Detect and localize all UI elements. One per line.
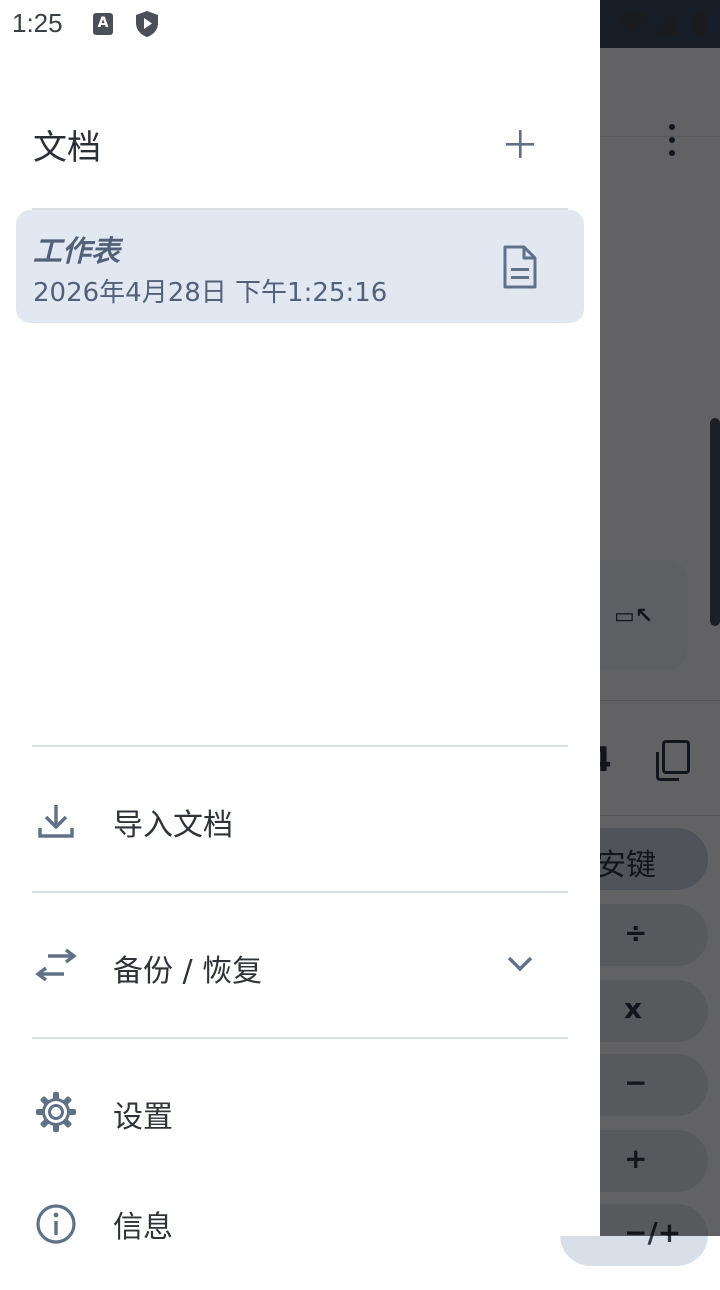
swap-arrows-icon: [35, 948, 77, 982]
notification-a-icon: A: [93, 13, 113, 35]
gear-icon: [36, 1092, 76, 1132]
shield-play-icon: [136, 11, 158, 37]
wifi-icon: [617, 11, 647, 35]
menu-label-settings: 设置: [113, 1100, 173, 1135]
add-document-button[interactable]: [500, 124, 540, 164]
battery-icon: [692, 12, 706, 35]
download-icon: [38, 805, 74, 838]
drawer-title: 文档: [33, 128, 101, 168]
menu-label-import: 导入文档: [113, 808, 233, 843]
navigation-drawer: 1:25 A 文档 工作表 2026年4月28日 下午1:25:16 导入文档 …: [0, 0, 600, 1245]
divider: [32, 745, 568, 747]
document-icon: [503, 245, 537, 289]
menu-label-info: 信息: [113, 1210, 173, 1245]
menu-item-info[interactable]: [0, 1180, 600, 1290]
menu-label-backup-restore: 备份 / 恢复: [113, 954, 263, 989]
info-icon: [36, 1204, 76, 1244]
status-time: 1:25: [12, 8, 63, 38]
menu-item-import[interactable]: [0, 766, 600, 876]
cellular-signal-icon: [654, 13, 676, 35]
status-icons: [617, 10, 706, 35]
document-date: 2026年4月28日 下午1:25:16: [33, 278, 388, 308]
divider: [32, 1037, 568, 1039]
menu-item-settings[interactable]: [0, 1058, 600, 1168]
document-name: 工作表: [33, 234, 121, 268]
chevron-down-icon[interactable]: [505, 952, 535, 976]
divider: [32, 891, 568, 893]
background-scrollbar: [710, 418, 720, 626]
